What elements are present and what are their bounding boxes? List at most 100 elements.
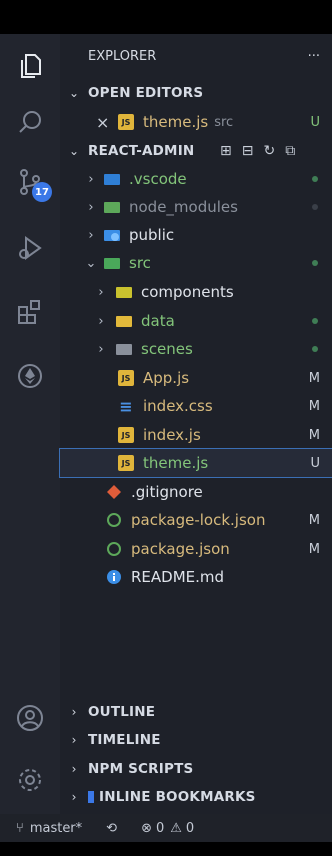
- css-file-icon: ≡: [119, 396, 133, 416]
- open-editor-status: U: [310, 114, 320, 130]
- tree-item-gitignore[interactable]: .gitignore: [60, 478, 332, 506]
- git-status-badge: M: [308, 370, 320, 386]
- git-status-badge: M: [308, 398, 320, 414]
- settings-gear-icon[interactable]: [0, 758, 60, 802]
- chevron-right-icon: ›: [71, 733, 77, 747]
- extensions-icon[interactable]: [0, 290, 60, 334]
- tree-item-label: .gitignore: [131, 483, 203, 501]
- outline-panel-header[interactable]: › OUTLINE: [60, 698, 332, 726]
- chevron-right-icon: ›: [88, 171, 94, 187]
- chevron-right-icon: ›: [88, 199, 94, 215]
- components-folder-icon: [116, 284, 132, 300]
- git-status-badge: M: [308, 427, 320, 443]
- project-header[interactable]: ⌄ REACT-ADMIN ⊞ ⊟ ↻ ⧉: [60, 137, 332, 165]
- tree-item-label: src: [129, 254, 151, 272]
- git-status-badge: M: [308, 541, 320, 557]
- new-folder-icon[interactable]: ⊟: [242, 143, 254, 159]
- chevron-right-icon: ›: [71, 790, 77, 804]
- js-file-icon: JS: [118, 114, 134, 130]
- open-editor-folder: src: [214, 114, 234, 130]
- status-bar: ⑂ master* ⟲ ⊗ 0 ⚠ 0: [0, 814, 332, 842]
- scm-count-badge: 17: [32, 182, 52, 202]
- run-debug-icon[interactable]: [0, 226, 60, 270]
- tree-item-label: index.css: [143, 397, 213, 415]
- source-control-icon[interactable]: 17: [0, 160, 60, 204]
- git-status-badge: U: [310, 455, 320, 471]
- git-status-dot: [312, 204, 318, 210]
- bookmark-icon: [88, 791, 94, 803]
- chevron-right-icon: ›: [71, 762, 77, 776]
- timeline-panel-header[interactable]: › TIMELINE: [60, 726, 332, 754]
- panel-label: NPM SCRIPTS: [88, 761, 194, 777]
- open-editors-label: OPEN EDITORS: [88, 85, 204, 101]
- tree-item-package-lock-json[interactable]: package-lock.json M: [60, 506, 332, 534]
- folder-icon: [116, 341, 132, 357]
- chevron-down-icon: ⌄: [85, 255, 97, 271]
- tree-item-label: public: [129, 226, 175, 244]
- warning-count[interactable]: 0: [186, 821, 194, 836]
- panel-label: OUTLINE: [88, 704, 156, 720]
- public-folder-icon: [104, 227, 120, 243]
- tree-item-index-css[interactable]: ≡ index.css M: [60, 392, 332, 420]
- tree-item-src[interactable]: ⌄ src: [60, 249, 332, 277]
- git-status-dot: [312, 318, 318, 324]
- open-editor-name: theme.js: [143, 113, 209, 131]
- tree-item-label: README.md: [131, 568, 225, 586]
- open-editors-header[interactable]: ⌄ OPEN EDITORS: [60, 79, 332, 107]
- error-count[interactable]: 0: [156, 821, 164, 836]
- collapse-all-icon[interactable]: ⧉: [285, 143, 295, 159]
- tree-item-vscode[interactable]: › .vscode: [60, 165, 332, 193]
- tree-item-label: .vscode: [129, 170, 187, 188]
- chevron-right-icon: ›: [98, 284, 104, 300]
- explorer-title: EXPLORER: [88, 48, 157, 64]
- more-actions-button[interactable]: ···: [308, 49, 320, 64]
- info-icon: [106, 569, 122, 585]
- tree-item-readme[interactable]: README.md: [60, 563, 332, 591]
- warning-icon: ⚠: [170, 820, 182, 836]
- ethereum-icon[interactable]: [0, 354, 60, 398]
- tree-item-label: theme.js: [143, 454, 209, 472]
- tree-item-label: scenes: [141, 340, 193, 358]
- tree-item-scenes[interactable]: › scenes: [60, 335, 332, 363]
- tree-item-index-js[interactable]: JS index.js M: [60, 421, 332, 449]
- tree-item-data[interactable]: › data: [60, 307, 332, 335]
- window-bottom-bar: [0, 842, 332, 856]
- panel-label: INLINE BOOKMARKS: [99, 789, 256, 805]
- chevron-down-icon: ⌄: [68, 144, 80, 158]
- src-folder-icon: [104, 255, 120, 271]
- chevron-right-icon: ›: [71, 705, 77, 719]
- npm-scripts-panel-header[interactable]: › NPM SCRIPTS: [60, 755, 332, 783]
- close-editor-icon[interactable]: ×: [96, 113, 112, 132]
- tree-item-theme-js[interactable]: JS theme.js U: [59, 448, 332, 478]
- explorer-header: EXPLORER ···: [60, 42, 332, 70]
- js-file-icon: JS: [118, 370, 134, 386]
- tree-item-components[interactable]: › components: [60, 278, 332, 306]
- tree-item-label: node_modules: [129, 198, 238, 216]
- tree-item-public[interactable]: › public: [60, 221, 332, 249]
- git-status-badge: M: [308, 512, 320, 528]
- tree-item-label: data: [141, 312, 175, 330]
- account-icon[interactable]: [0, 696, 60, 740]
- chevron-right-icon: ›: [98, 313, 104, 329]
- activity-bar: 17: [0, 34, 60, 814]
- sync-icon[interactable]: ⟲: [106, 821, 117, 836]
- data-folder-icon: [116, 313, 132, 329]
- search-icon[interactable]: [0, 100, 60, 144]
- chevron-right-icon: ›: [98, 341, 104, 357]
- git-status-dot: [312, 346, 318, 352]
- npm-file-icon: [106, 541, 122, 557]
- tree-item-node-modules[interactable]: › node_modules: [60, 193, 332, 221]
- panel-label: TIMELINE: [88, 732, 161, 748]
- tree-item-label: package.json: [131, 540, 230, 558]
- inline-bookmarks-panel-header[interactable]: › INLINE BOOKMARKS: [60, 783, 332, 811]
- tree-item-label: package-lock.json: [131, 511, 266, 529]
- refresh-icon[interactable]: ↻: [263, 143, 275, 159]
- js-file-icon: JS: [118, 455, 134, 471]
- tree-item-package-json[interactable]: package.json M: [60, 535, 332, 563]
- new-file-icon[interactable]: ⊞: [220, 143, 232, 159]
- open-editor-item[interactable]: × JS theme.js src U: [60, 108, 332, 136]
- explorer-icon[interactable]: [0, 44, 60, 88]
- tree-item-app-js[interactable]: JS App.js M: [60, 364, 332, 392]
- js-file-icon: JS: [118, 427, 134, 443]
- git-branch-label[interactable]: master*: [30, 821, 82, 836]
